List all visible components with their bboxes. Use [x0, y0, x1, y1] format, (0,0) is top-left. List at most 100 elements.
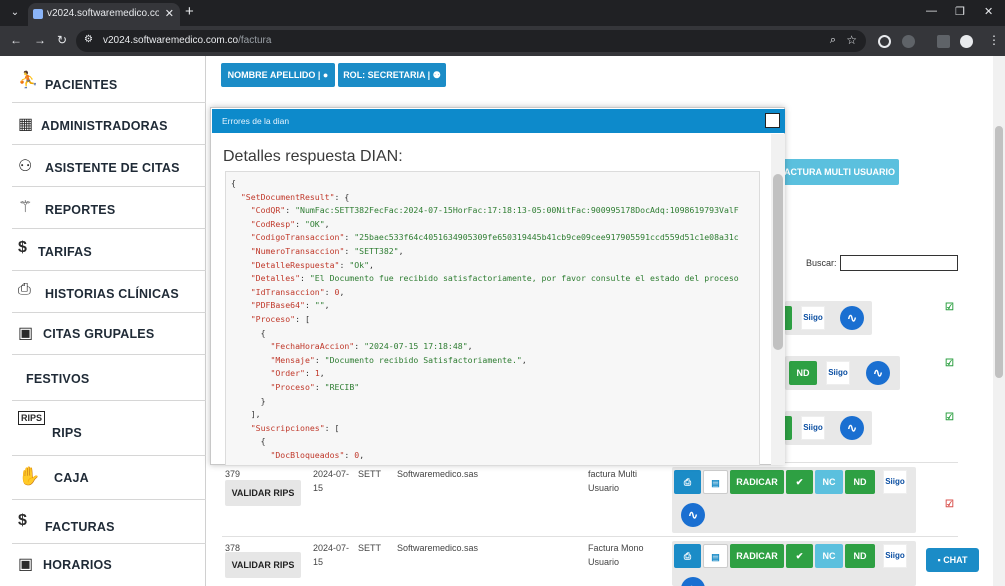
role-button[interactable]: ROL: SECRETARIA | ⚉ [338, 63, 446, 87]
user-name-button[interactable]: NOMBRE APELLIDO | ● [221, 63, 335, 87]
print-button[interactable]: ⎙ [674, 544, 701, 568]
cloud-dian-icon[interactable]: ∿ [681, 503, 705, 527]
back-arrow-icon[interactable]: ← [10, 33, 22, 47]
sidebar-item-tarifas[interactable]: $ TARIFAS [12, 229, 206, 271]
row-divider [222, 536, 958, 537]
search-input[interactable] [840, 255, 958, 271]
page-scrollbar-thumb[interactable] [995, 126, 1003, 378]
tab-search-button[interactable]: ⌄ [6, 4, 24, 22]
site-info-icon[interactable]: ⚙ [84, 34, 93, 45]
document-button[interactable]: ▤ [703, 470, 728, 494]
address-bar[interactable]: ⚙ v2024.softwaremedico.com.co/factura ⌕ … [76, 30, 866, 52]
sidebar-item-label: CITAS GRUPALES [43, 327, 155, 341]
cloud-dian-icon[interactable]: ∿ [866, 361, 890, 385]
validar-rips-button[interactable]: VALIDAR RIPS [225, 480, 301, 506]
sidebar-item-label: RIPS [52, 426, 82, 440]
assistant-icon: ⚇ [18, 158, 33, 175]
nd-button[interactable]: ND [845, 470, 875, 494]
sidebar-item-historias-clinicas[interactable]: ⎙ HISTORIAS CLÍNICAS [12, 271, 206, 313]
json-line: "DocBloqueados": 0, [270, 449, 365, 460]
users-icon: ⚉ [432, 70, 441, 80]
new-tab-button[interactable]: + [185, 3, 194, 20]
siigo-icon[interactable]: Siigo [801, 416, 825, 440]
user-circle-icon: ● [322, 70, 329, 80]
validar-rips-button[interactable]: VALIDAR RIPS [225, 552, 301, 578]
records-icon: ⎙ [18, 281, 31, 298]
sidebar-item-horarios[interactable]: ▣ HORARIOS [12, 544, 206, 586]
check-green-icon: ☑ [945, 358, 954, 369]
multi-user-invoice-button[interactable]: ACTURA MULTI USUARIO [780, 159, 899, 185]
approve-check-button[interactable]: ✔ [786, 544, 813, 568]
dialog-scrollbar[interactable] [771, 134, 785, 465]
minimize-icon[interactable]: — [926, 5, 937, 17]
nd-button[interactable]: ND [789, 361, 817, 385]
invoice-date-line2: 15 [313, 557, 324, 567]
browser-tab[interactable]: v2024.softwaremedico.com.co/f ✕ [28, 3, 180, 26]
approve-check-button[interactable]: ✔ [786, 470, 813, 494]
sidebar-item-administradoras[interactable]: ▦ ADMINISTRADORAS [12, 103, 206, 145]
sidebar-item-facturas[interactable]: $ FACTURAS [12, 500, 206, 544]
chat-button[interactable]: ▪ CHAT [926, 548, 979, 572]
json-line: "DocEmitidos": 194, [231, 463, 364, 465]
page-scrollbar[interactable] [993, 56, 1005, 586]
search-label: Buscar: [806, 258, 837, 268]
sidebar-item-label: TARIFAS [38, 245, 92, 259]
invoice-prefix: SETT [358, 469, 382, 479]
document-button[interactable]: ▤ [703, 544, 728, 568]
puzzle-extensions-icon[interactable] [902, 35, 915, 48]
forward-arrow-icon[interactable]: → [34, 33, 46, 47]
nc-button[interactable]: NC [815, 470, 843, 494]
dialog-close-button[interactable] [765, 113, 780, 128]
cloud-dian-icon[interactable]: ∿ [840, 306, 864, 330]
sidebar-item-rips[interactable]: RIPS RIPS [12, 401, 206, 456]
siigo-icon[interactable]: Siigo [826, 361, 850, 385]
nc-button[interactable]: NC [815, 544, 843, 568]
dialog-header: Errores de la dian [212, 109, 785, 133]
row-actions-partial: Siigo ∿ [775, 301, 872, 335]
siigo-icon[interactable]: Siigo [883, 544, 907, 568]
invoice-prefix: SETT [358, 543, 382, 553]
row-actions-partial: ND Siigo ∿ [785, 356, 900, 390]
user-name-label: NOMBRE APELLIDO | [227, 70, 321, 80]
cloud-dian-icon[interactable]: ∿ [681, 577, 705, 586]
sidebar-item-citas-grupales[interactable]: ▣ CITAS GRUPALES [12, 313, 206, 355]
json-response-block: { "SetDocumentResult": { "CodQR": "NumFa… [225, 171, 760, 466]
bookmark-star-icon[interactable]: ☆ [846, 33, 857, 47]
print-button[interactable]: ⎙ [674, 470, 701, 494]
sidebar-item-reportes[interactable]: ⚚ REPORTES [12, 187, 206, 229]
sidebar: ⛹ PACIENTES ▦ ADMINISTRADORAS ⚇ ASISTENT… [12, 56, 206, 586]
json-line: "Order": 1, [270, 368, 325, 379]
zoom-icon[interactable]: ⌕ [830, 34, 836, 47]
siigo-icon[interactable]: Siigo [801, 306, 825, 330]
sidebar-item-pacientes[interactable]: ⛹ PACIENTES [12, 56, 206, 103]
dollar-icon: $ [18, 239, 27, 256]
cloud-dian-icon[interactable]: ∿ [840, 416, 864, 440]
radicar-button[interactable]: RADICAR [730, 544, 784, 568]
sidebar-item-label: HORARIOS [43, 558, 112, 572]
sidebar-item-label: FESTIVOS [26, 372, 90, 386]
sidebar-item-asistente-de-citas[interactable]: ⚇ ASISTENTE DE CITAS [12, 145, 206, 187]
invoice-type-line1: Factura Mono [588, 543, 644, 553]
close-window-icon[interactable]: ✕ [984, 5, 993, 18]
tab-close-icon[interactable]: ✕ [165, 7, 174, 20]
siigo-icon[interactable]: Siigo [883, 470, 907, 494]
extension-icon[interactable] [878, 35, 891, 48]
dialog-scrollbar-thumb[interactable] [773, 174, 783, 350]
chat-label: CHAT [943, 555, 968, 565]
json-line: { [231, 327, 266, 338]
json-line: } [231, 395, 266, 406]
multi-user-label: ACTURA MULTI USUARIO [784, 167, 895, 177]
json-line: "FechaHoraAccion": "2024-07-15 17:18:48"… [270, 341, 473, 352]
nd-button[interactable]: ND [845, 544, 875, 568]
sidebar-item-festivos[interactable]: FESTIVOS [12, 355, 206, 401]
browser-menu-icon[interactable]: ⋮ [988, 33, 1000, 47]
media-control-icon[interactable] [937, 35, 950, 48]
radicar-button[interactable]: RADICAR [730, 470, 784, 494]
invoice-type-line2: Usuario [588, 557, 620, 567]
reload-icon[interactable]: ↻ [57, 33, 67, 47]
profile-avatar-icon[interactable] [960, 35, 973, 48]
restore-icon[interactable]: ❐ [955, 5, 965, 18]
site-favicon-icon [33, 9, 43, 19]
json-line: "IdTransaccion": 0, [250, 286, 345, 297]
sidebar-item-caja[interactable]: ✋ CAJA [12, 456, 206, 500]
